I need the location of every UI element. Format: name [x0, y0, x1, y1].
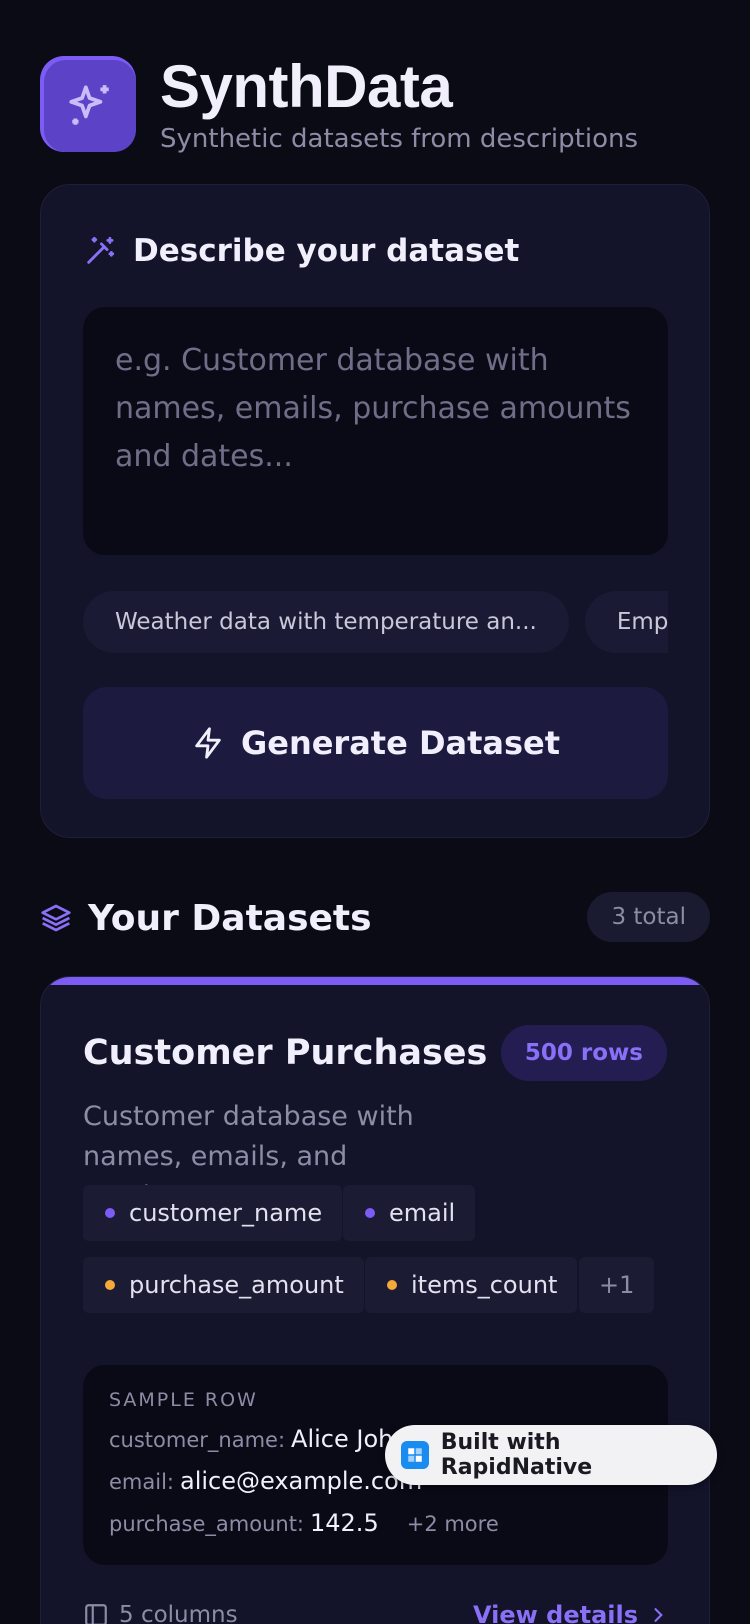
built-with-badge[interactable]: Built with RapidNative — [385, 1425, 717, 1485]
columns-icon — [85, 1604, 107, 1624]
description-input[interactable]: e.g. Customer database with names, email… — [83, 307, 668, 555]
datasets-header: Your Datasets 3 total — [40, 888, 710, 948]
type-dot — [387, 1280, 397, 1290]
view-details-link[interactable]: View details — [473, 1601, 668, 1624]
type-dot — [365, 1208, 375, 1218]
generate-dataset-button[interactable]: Generate Dataset — [83, 687, 668, 799]
dataset-card[interactable]: Customer Purchases 500 rows Customer dat… — [40, 976, 710, 1624]
column-name: customer_name — [129, 1199, 323, 1227]
lightning-icon — [195, 727, 221, 759]
describe-header: Describe your dataset — [83, 233, 519, 269]
more-fields-label: +2 more — [406, 1512, 499, 1536]
sample-value: 142.5 — [310, 1509, 379, 1537]
sparkles-icon — [69, 85, 109, 125]
magic-wand-icon — [87, 236, 115, 264]
sample-field: purchase_amount: 142.5 +2 more — [109, 1509, 642, 1537]
suggestion-chip[interactable]: Weather data with temperature an... — [83, 591, 569, 653]
column-name: email — [389, 1199, 456, 1227]
app-logo — [40, 56, 136, 152]
app-title: SynthData — [160, 53, 453, 120]
column-name: items_count — [411, 1271, 558, 1299]
rapidnative-logo-icon — [401, 1441, 429, 1469]
sample-key: email: — [109, 1470, 174, 1494]
column-tag: items_count — [365, 1257, 578, 1313]
sample-row-label: SAMPLE ROW — [109, 1389, 258, 1411]
view-details-label: View details — [472, 1601, 638, 1624]
datasets-title: Your Datasets — [88, 897, 372, 939]
layers-icon — [41, 904, 71, 932]
suggestion-chip[interactable]: Emplo — [584, 591, 668, 653]
column-tag: customer_name — [83, 1185, 343, 1241]
type-dot — [105, 1208, 115, 1218]
describe-heading: Describe your dataset — [133, 233, 520, 269]
card-accent-bar — [41, 977, 709, 985]
sample-key: customer_name: — [109, 1428, 286, 1452]
card-footer: 5 columns View details — [83, 1601, 668, 1624]
dataset-name: Customer Purchases — [83, 1033, 488, 1073]
type-dot — [105, 1280, 115, 1290]
app-subtitle: Synthetic datasets from descriptions — [160, 124, 639, 154]
sample-value: alice@example.com — [180, 1467, 423, 1495]
suggestion-chips: Weather data with temperature an... Empl… — [83, 591, 668, 655]
generate-button-label: Generate Dataset — [240, 724, 561, 762]
column-tag: purchase_amount — [83, 1257, 364, 1313]
more-columns-tag: +1 — [579, 1257, 655, 1313]
column-tag: email — [343, 1185, 476, 1241]
total-badge: 3 total — [587, 892, 710, 942]
sample-key: purchase_amount: — [109, 1512, 304, 1536]
column-name: purchase_amount — [129, 1271, 344, 1299]
describe-card: Describe your dataset e.g. Customer data… — [40, 184, 710, 838]
chevron-right-icon — [654, 1608, 663, 1622]
columns-count: 5 columns — [119, 1602, 238, 1624]
sample-value: Alice Joh — [291, 1425, 394, 1453]
rows-badge: 500 rows — [500, 1025, 667, 1081]
built-with-text: Built with RapidNative — [440, 1430, 593, 1480]
